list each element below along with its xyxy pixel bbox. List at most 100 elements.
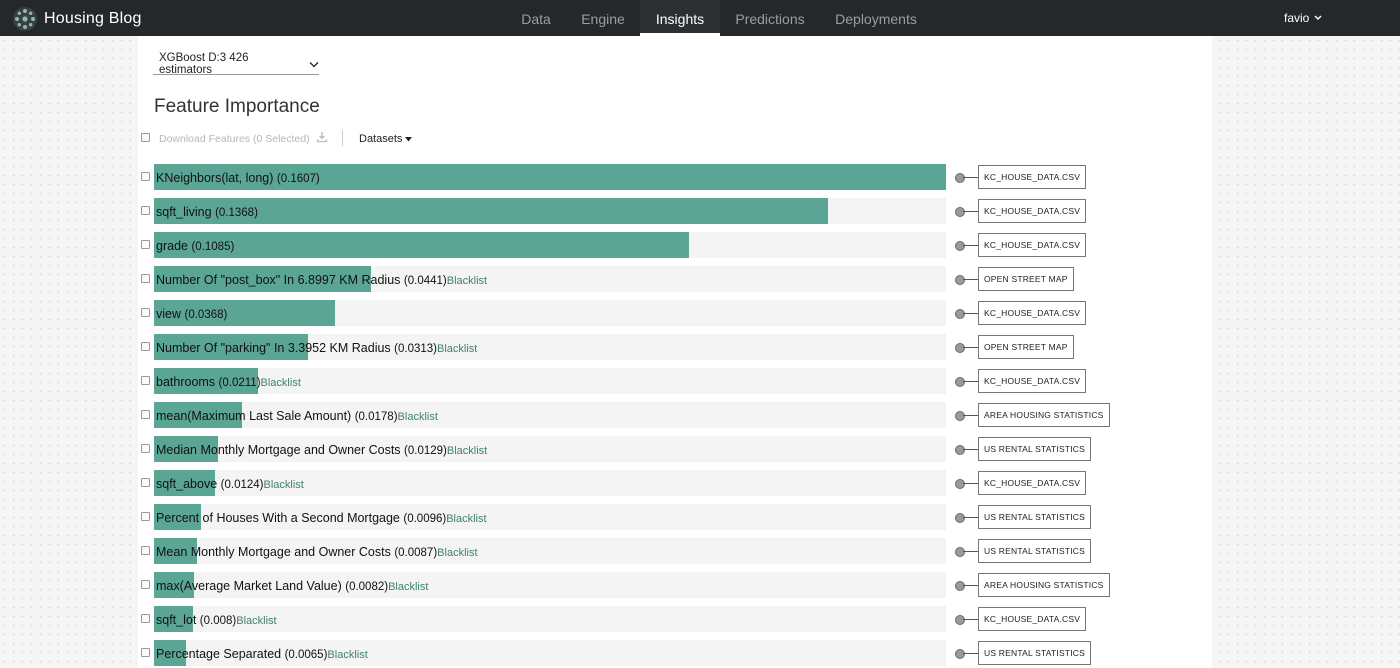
feature-checkbox[interactable]	[141, 410, 150, 419]
feature-checkbox[interactable]	[141, 614, 150, 623]
feature-checkbox[interactable]	[141, 444, 150, 453]
feature-checkbox[interactable]	[141, 546, 150, 555]
connector-node-icon	[955, 649, 965, 659]
feature-checkbox[interactable]	[141, 512, 150, 521]
blacklist-link[interactable]: Blacklist	[261, 377, 301, 389]
feature-checkbox[interactable]	[141, 308, 150, 317]
blacklist-link[interactable]: Blacklist	[437, 343, 477, 355]
feature-checkbox[interactable]	[141, 648, 150, 657]
feature-label: sqft_above (0.0124)Blacklist	[156, 477, 304, 491]
importance-bar-track	[154, 232, 946, 258]
feature-checkbox[interactable]	[141, 376, 150, 385]
connector-node-icon	[955, 377, 965, 387]
dataset-source-badge[interactable]: US RENTAL STATISTICS	[978, 505, 1091, 529]
dataset-source-badge[interactable]: US RENTAL STATISTICS	[978, 641, 1091, 665]
download-features-label[interactable]: Download Features (0 Selected)	[159, 133, 310, 145]
feature-name: max(Average Market Land Value)	[156, 579, 342, 593]
dataset-source-badge[interactable]: KC_HOUSE_DATA.CSV	[978, 471, 1087, 495]
dataset-source-badge[interactable]: US RENTAL STATISTICS	[978, 437, 1091, 461]
feature-label: mean(Maximum Last Sale Amount) (0.0178)B…	[156, 409, 438, 423]
connector-node-icon	[955, 173, 965, 183]
dataset-source-badge[interactable]: KC_HOUSE_DATA.CSV	[978, 233, 1087, 257]
feature-label: KNeighbors(lat, long) (0.1607)	[156, 171, 320, 185]
feature-row: bathrooms (0.0211)Blacklist KC_HOUSE_DATA…	[0, 368, 1400, 394]
feature-importance-value: (0.1085)	[191, 241, 235, 253]
blacklist-link[interactable]: Blacklist	[327, 649, 367, 661]
feature-name: Median Monthly Mortgage and Owner Costs	[156, 443, 401, 457]
connector-line	[963, 245, 978, 246]
tab-data[interactable]: Data	[510, 0, 562, 36]
model-select-value: XGBoost D:3 426 estimators	[159, 52, 249, 76]
connector-node-icon	[955, 309, 965, 319]
blacklist-link[interactable]: Blacklist	[398, 411, 438, 423]
brand[interactable]: Housing Blog	[12, 6, 142, 32]
dataset-source-badge[interactable]: KC_HOUSE_DATA.CSV	[978, 369, 1087, 393]
dataset-source-badge[interactable]: KC_HOUSE_DATA.CSV	[978, 607, 1087, 631]
connector-node-icon	[955, 615, 965, 625]
connector-line	[963, 483, 978, 484]
blacklist-link[interactable]: Blacklist	[388, 581, 428, 593]
connector-line	[963, 381, 978, 382]
feature-name: KNeighbors(lat, long)	[156, 171, 274, 185]
download-icon[interactable]	[316, 131, 328, 143]
feature-label: sqft_lot (0.008)Blacklist	[156, 613, 277, 627]
page-title: Feature Importance	[154, 96, 320, 117]
tab-engine[interactable]: Engine	[572, 0, 634, 36]
user-menu[interactable]: favio	[1284, 11, 1322, 25]
feature-name: sqft_living	[156, 205, 212, 219]
blacklist-link[interactable]: Blacklist	[264, 479, 304, 491]
dataset-source-badge[interactable]: KC_HOUSE_DATA.CSV	[978, 165, 1087, 189]
dataset-source-badge[interactable]: AREA HOUSING STATISTICS	[978, 403, 1110, 427]
feature-importance-value: (0.0124)	[220, 479, 264, 491]
blacklist-link[interactable]: Blacklist	[447, 445, 487, 457]
connector-node-icon	[955, 547, 965, 557]
select-all-checkbox[interactable]	[141, 133, 150, 142]
model-select[interactable]: XGBoost D:3 426 estimators	[153, 52, 319, 76]
feature-checkbox[interactable]	[141, 172, 150, 181]
tab-deployments[interactable]: Deployments	[826, 0, 926, 36]
feature-row: sqft_above (0.0124)Blacklist KC_HOUSE_DAT…	[0, 470, 1400, 496]
connector-node-icon	[955, 241, 965, 251]
connector-line	[963, 619, 978, 620]
connector-line	[963, 449, 978, 450]
feature-row: Number Of "post_box" In 6.8997 KM Radius…	[0, 266, 1400, 292]
feature-importance-value: (0.0211)	[218, 377, 261, 389]
feature-importance-value: (0.0087)	[394, 547, 438, 559]
connector-line	[963, 517, 978, 518]
dataset-source-badge[interactable]: KC_HOUSE_DATA.CSV	[978, 301, 1087, 325]
blacklist-link[interactable]: Blacklist	[447, 275, 487, 287]
connector-node-icon	[955, 411, 965, 421]
feature-name: Percentage Separated	[156, 647, 282, 661]
feature-checkbox[interactable]	[141, 342, 150, 351]
feature-checkbox[interactable]	[141, 580, 150, 589]
feature-label: Number Of "parking" In 3.3952 KM Radius …	[156, 341, 477, 355]
importance-bar-track	[154, 300, 946, 326]
feature-checkbox[interactable]	[141, 240, 150, 249]
blacklist-link[interactable]: Blacklist	[446, 513, 486, 525]
dataset-source-badge[interactable]: OPEN STREET MAP	[978, 335, 1074, 359]
blacklist-link[interactable]: Blacklist	[236, 615, 276, 627]
dataset-source-badge[interactable]: OPEN STREET MAP	[978, 267, 1074, 291]
feature-name: sqft_lot	[156, 613, 197, 627]
feature-importance-value: (0.0313)	[394, 343, 438, 355]
feature-checkbox[interactable]	[141, 478, 150, 487]
feature-label: grade (0.1085)	[156, 239, 234, 253]
feature-checkbox[interactable]	[141, 206, 150, 215]
feature-name: sqft_above	[156, 477, 218, 491]
dataset-source-badge[interactable]: US RENTAL STATISTICS	[978, 539, 1091, 563]
tab-insights[interactable]: Insights	[640, 0, 720, 36]
feature-label: max(Average Market Land Value) (0.0082)B…	[156, 579, 428, 593]
feature-label: Mean Monthly Mortgage and Owner Costs (0…	[156, 545, 478, 559]
connector-node-icon	[955, 275, 965, 285]
blacklist-link[interactable]: Blacklist	[437, 547, 477, 559]
datasets-dropdown[interactable]: Datasets	[359, 133, 413, 145]
dataset-source-badge[interactable]: KC_HOUSE_DATA.CSV	[978, 199, 1087, 223]
toolbar-divider	[342, 130, 343, 146]
feature-checkbox[interactable]	[141, 274, 150, 283]
feature-label: Median Monthly Mortgage and Owner Costs …	[156, 443, 487, 457]
connector-line	[963, 347, 978, 348]
dataset-source-badge[interactable]: AREA HOUSING STATISTICS	[978, 573, 1110, 597]
tab-predictions[interactable]: Predictions	[726, 0, 814, 36]
feature-row: KNeighbors(lat, long) (0.1607) KC_HOUSE_D…	[0, 164, 1400, 190]
feature-row: max(Average Market Land Value) (0.0082)B…	[0, 572, 1400, 598]
